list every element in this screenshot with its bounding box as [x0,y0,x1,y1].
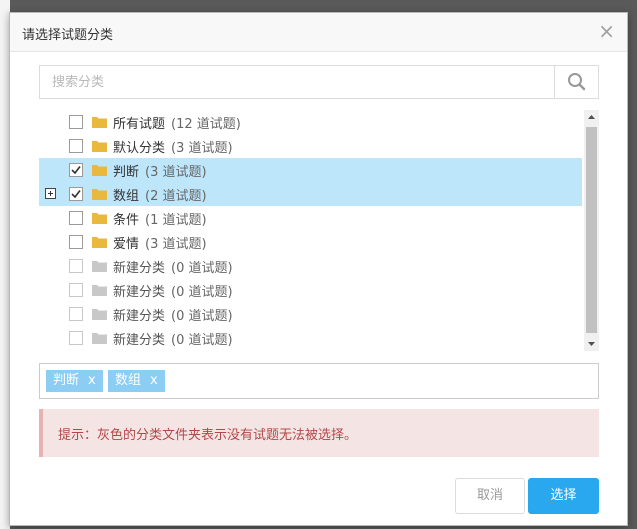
tree-node[interactable]: 条件 (1 道试题) [39,206,582,230]
folder-icon [92,213,107,224]
tree-node[interactable]: 新建分类 (0 道试题) [39,254,582,278]
node-name: 新建分类 [113,285,166,300]
folder-icon [92,237,107,248]
node-name: 数组 [113,189,140,204]
node-checkbox[interactable] [69,187,83,201]
node-name: 默认分类 [113,141,166,156]
node-count: (3 道试题) [145,165,207,180]
tag-label: 数组 [115,373,142,388]
scroll-down-arrow-icon[interactable] [584,336,599,351]
cancel-button[interactable]: 取消 [455,478,525,514]
dialog-title: 请选择试题分类 [22,28,114,43]
node-checkbox[interactable] [69,115,83,129]
select-button[interactable]: 选择 [528,478,599,514]
node-checkbox [69,259,83,273]
node-label[interactable]: 新建分类 (0 道试题) [113,281,233,300]
node-count: (0 道试题) [171,309,233,324]
search-button[interactable] [554,66,598,98]
node-name: 新建分类 [113,309,166,324]
node-name: 条件 [113,213,140,228]
node-checkbox [69,283,83,297]
node-count: (1 道试题) [145,213,207,228]
folder-icon [92,165,107,176]
tree-node[interactable]: 爱情 (3 道试题) [39,230,582,254]
node-label[interactable]: 所有试题 (12 道试题) [113,113,241,132]
close-icon[interactable]: × [598,21,615,41]
folder-icon [92,117,107,128]
node-checkbox[interactable] [69,139,83,153]
tag-remove-icon[interactable]: x [150,373,158,388]
tree-node[interactable]: 新建分类 (0 道试题) [39,302,582,326]
selected-tag: 判断 x [46,370,103,392]
node-label[interactable]: 数组 (2 道试题) [113,185,207,204]
node-label[interactable]: 默认分类 (3 道试题) [113,137,233,156]
tag-remove-icon[interactable]: x [88,373,96,388]
node-count: (0 道试题) [171,261,233,276]
tag-label: 判断 [53,373,80,388]
node-label[interactable]: 判断 (3 道试题) [113,161,207,180]
scroll-up-arrow-icon[interactable] [584,110,599,125]
node-count: (12 道试题) [171,117,241,132]
node-label[interactable]: 新建分类 (0 道试题) [113,305,233,324]
check-icon [71,190,81,199]
node-name: 爱情 [113,237,140,252]
folder-icon [92,309,107,320]
search-box [39,65,599,99]
node-checkbox[interactable] [69,163,83,177]
folder-icon [92,333,107,344]
folder-icon [92,285,107,296]
node-checkbox[interactable] [69,211,83,225]
category-tree: 新建分类 (0 道试题) 新建分类 (0 道试题) 新建分类 (0 道试题) 新建分类 (0 … [39,110,599,351]
node-count: (0 道试题) [171,333,233,348]
folder-icon [92,189,107,200]
node-checkbox [69,331,83,345]
tree-node[interactable]: 默认分类 (3 道试题) [39,134,582,158]
hint-text: 提示：灰色的分类文件夹表示没有试题无法被选择。 [58,428,358,443]
node-label[interactable]: 新建分类 (0 道试题) [113,257,233,276]
folder-icon [92,141,107,152]
node-label[interactable]: 爱情 (3 道试题) [113,233,207,252]
tree-node[interactable]: 数组 (2 道试题) [39,182,582,206]
scroll-thumb[interactable] [586,127,597,333]
search-input[interactable] [40,66,554,98]
tree-scrollbar[interactable] [584,110,599,351]
node-name: 所有试题 [113,117,166,132]
tree-node[interactable]: 所有试题 (12 道试题) [39,110,582,134]
node-count: (3 道试题) [171,141,233,156]
node-checkbox [69,307,83,321]
selected-tag: 数组 x [108,370,165,392]
node-label[interactable]: 条件 (1 道试题) [113,209,207,228]
node-name: 判断 [113,165,140,180]
selected-tags-box[interactable]: 判断 x 数组 x [39,363,599,399]
dialog-header: 请选择试题分类 × [10,13,627,52]
category-select-dialog: 请选择试题分类 × 新建分类 (0 道试题) 新建分类 (0 道试题) 新建分类 (0 道… [9,12,628,526]
node-checkbox[interactable] [69,235,83,249]
node-name: 新建分类 [113,261,166,276]
node-label[interactable]: 新建分类 (0 道试题) [113,329,233,348]
hint-alert: 提示：灰色的分类文件夹表示没有试题无法被选择。 [39,409,599,457]
tree-node[interactable]: 新建分类 (0 道试题) [39,278,582,302]
node-count: (3 道试题) [145,237,207,252]
search-icon [568,73,586,91]
tree-node[interactable]: 新建分类 (0 道试题) [39,326,582,350]
node-count: (0 道试题) [171,285,233,300]
node-name: 新建分类 [113,333,166,348]
folder-icon [92,261,107,272]
check-icon [71,166,81,175]
tree-node[interactable]: 判断 (3 道试题) [39,158,582,182]
expand-plus-icon[interactable] [45,188,56,199]
node-count: (2 道试题) [145,189,207,204]
